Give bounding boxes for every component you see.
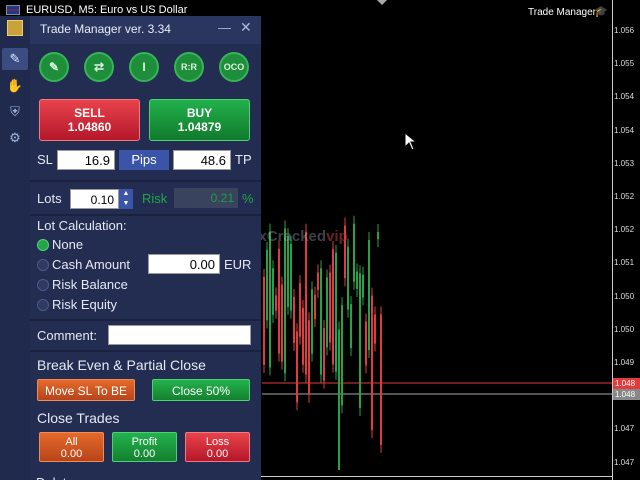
divider <box>30 319 261 321</box>
panel-header[interactable]: Trade Manager ver. 3.34 — ✕ <box>30 16 261 44</box>
radio-risk-balance-label: Risk Balance <box>52 277 128 292</box>
panel-title: Trade Manager ver. 3.34 <box>40 22 171 36</box>
close-all-label: All <box>65 436 78 448</box>
radio-cash-amount[interactable] <box>37 259 49 271</box>
hand-icon[interactable]: ✋ <box>7 78 23 94</box>
pencil-icon[interactable]: ✎ <box>39 52 69 82</box>
pips-button[interactable]: Pips <box>119 150 169 170</box>
sell-button[interactable]: SELL 1.04860 <box>39 99 140 141</box>
watermark-suffix: vip <box>326 228 348 245</box>
app-logo-icon <box>7 20 23 36</box>
close-loss-label: Loss <box>205 436 230 448</box>
delete-orders-title: Delete Orders <box>36 473 96 480</box>
close-profit-button[interactable]: Profit 0.00 <box>112 432 177 462</box>
sell-price: 1.04860 <box>67 120 112 134</box>
risk-input[interactable]: 0.21 <box>174 188 238 208</box>
price-tick-label: 1.051 <box>614 258 635 268</box>
radio-none-label: None <box>52 237 84 252</box>
price-tick-label: 1.047 <box>614 424 635 434</box>
close-profit-label: Profit <box>131 436 158 448</box>
close-profit-value: 0.00 <box>133 448 156 460</box>
buy-label: BUY <box>186 106 213 120</box>
oco-button[interactable]: OCO <box>219 52 249 82</box>
text-cursor-icon[interactable]: I <box>129 52 159 82</box>
radio-risk-equity[interactable] <box>37 299 49 311</box>
buy-price: 1.04879 <box>177 120 222 134</box>
lot-calc-label: Lot Calculation: <box>37 218 127 233</box>
bid-price-tag: 1.048 <box>613 389 640 400</box>
mouse-cursor-icon <box>404 132 418 151</box>
price-tick-label: 1.054 <box>614 125 635 135</box>
sl-label: SL <box>37 152 53 167</box>
radio-risk-balance[interactable] <box>37 279 49 291</box>
price-tick-label: 1.055 <box>614 59 635 69</box>
trade-manager-panel: Trade Manager ver. 3.34 — ✕ ✎ ⇄ I R:R OC… <box>30 16 261 480</box>
price-tick-label: 1.056 <box>614 26 635 35</box>
close-all-button[interactable]: All 0.00 <box>39 432 104 462</box>
shield-icon[interactable]: ⛨ <box>7 104 23 120</box>
tp-label: TP <box>235 152 252 167</box>
close-loss-button[interactable]: Loss 0.00 <box>185 432 250 462</box>
close-all-value: 0.00 <box>60 448 83 460</box>
price-tick-label: 1.050 <box>614 291 635 301</box>
ask-price-tag: 1.048 <box>613 378 640 389</box>
radio-risk-equity-label: Risk Equity <box>52 297 118 312</box>
price-tick-label: 1.053 <box>614 158 635 168</box>
price-tick-label: 1.052 <box>614 192 635 201</box>
price-tick-label: 1.050 <box>614 324 635 334</box>
close-loss-value: 0.00 <box>206 448 229 460</box>
divider <box>30 350 261 352</box>
radio-cash-amount-label: Cash Amount <box>52 257 131 272</box>
buy-button[interactable]: BUY 1.04879 <box>149 99 250 141</box>
lots-spinner[interactable]: ▲ ▼ <box>119 189 133 209</box>
price-tick-label: 1.049 <box>614 358 635 367</box>
percent-label: % <box>242 191 254 206</box>
break-even-title: Break Even & Partial Close <box>37 357 206 373</box>
divider <box>30 180 261 182</box>
divider <box>30 214 261 216</box>
edit-icon[interactable]: ✎ <box>2 48 28 70</box>
rr-button[interactable]: R:R <box>174 52 204 82</box>
lots-input[interactable]: 0.10 <box>70 189 119 209</box>
close-trades-title: Close Trades <box>37 410 120 426</box>
sell-label: SELL <box>74 106 105 120</box>
cash-currency-label: EUR <box>224 257 252 272</box>
tp-input[interactable]: 48.6 <box>173 150 231 170</box>
cash-amount-input[interactable]: 0.00 <box>148 254 220 274</box>
sl-input[interactable]: 16.9 <box>57 150 115 170</box>
close-icon[interactable]: ✕ <box>240 19 252 36</box>
price-tick-label: 1.052 <box>614 225 635 235</box>
price-axis[interactable] <box>612 0 640 480</box>
comment-label: Comment: <box>37 328 97 343</box>
close-50-button[interactable]: Close 50% <box>152 379 250 401</box>
swap-icon[interactable]: ⇄ <box>84 52 114 82</box>
price-tick-label: 1.054 <box>614 92 635 102</box>
lots-label: Lots <box>37 191 62 206</box>
move-sl-to-be-button[interactable]: Move SL To BE <box>37 379 135 401</box>
minimize-button[interactable]: — <box>218 20 231 35</box>
comment-input[interactable] <box>108 325 251 345</box>
price-tick-label: 1.047 <box>614 457 635 467</box>
gear-icon[interactable]: ⚙ <box>7 130 23 146</box>
radio-none[interactable] <box>37 239 49 251</box>
tool-sidebar: ✎ ✋ ⛨ ⚙ <box>0 16 30 480</box>
risk-label: Risk <box>142 191 168 206</box>
